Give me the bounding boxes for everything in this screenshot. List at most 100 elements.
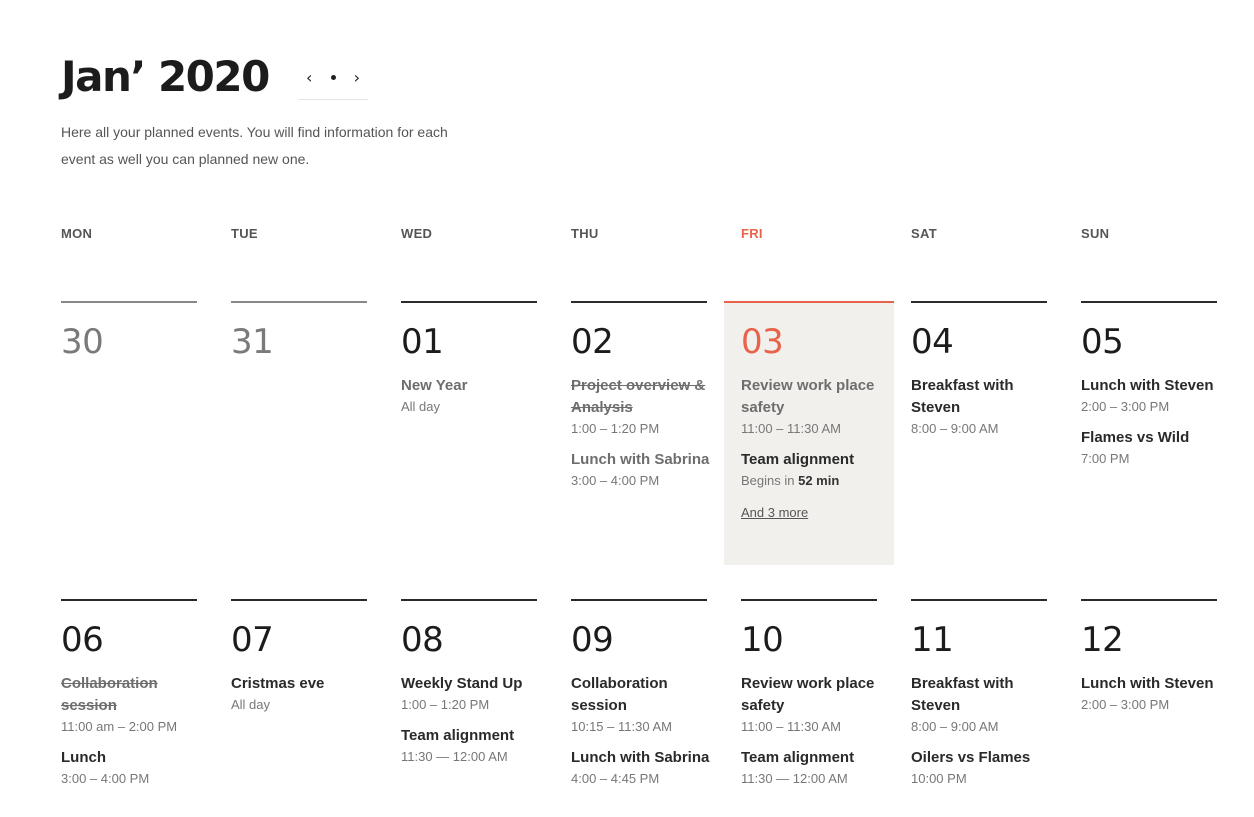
day-number: 05 bbox=[1081, 322, 1124, 362]
day-divider bbox=[61, 301, 197, 303]
month-title: Jan’ 2020 bbox=[61, 52, 270, 101]
weekday-wed: WED bbox=[401, 226, 433, 241]
weekday-tue: TUE bbox=[231, 226, 258, 241]
day-cell-08[interactable]: 08 Weekly Stand Up 1:00 – 1:20 PM Team alig… bbox=[401, 620, 551, 777]
event-title: Lunch bbox=[61, 749, 106, 766]
event-item[interactable]: Lunch with Steven 2:00 – 3:00 PM bbox=[1081, 673, 1231, 715]
day-divider bbox=[741, 599, 877, 601]
day-number: 30 bbox=[61, 322, 104, 362]
event-time: 11:00 – 11:30 AM bbox=[741, 719, 841, 734]
day-divider bbox=[1081, 301, 1217, 303]
event-time: 2:00 – 3:00 PM bbox=[1081, 399, 1170, 414]
event-item[interactable]: Lunch 3:00 – 4:00 PM bbox=[61, 747, 211, 789]
weekday-mon: MON bbox=[61, 226, 93, 241]
day-cell-05[interactable]: 05 Lunch with Steven 2:00 – 3:00 PM Flames … bbox=[1081, 322, 1231, 479]
chevron-left-icon[interactable]: ‹ bbox=[306, 69, 312, 86]
event-item[interactable]: Lunch with Sabrina 3:00 – 4:00 PM bbox=[571, 449, 721, 491]
day-divider bbox=[231, 301, 367, 303]
event-time: 4:00 – 4:45 PM bbox=[571, 771, 660, 786]
weekday-sat: SAT bbox=[911, 226, 937, 241]
event-title: Team alignment bbox=[401, 727, 515, 744]
day-cell-06[interactable]: 06 Collaboration session 11:00 am – 2:00 P… bbox=[61, 620, 211, 799]
event-item[interactable]: Breakfast with Steven 8:00 – 9:00 AM bbox=[911, 375, 1061, 439]
weekday-thu: THU bbox=[571, 226, 599, 241]
day-number: 10 bbox=[741, 620, 784, 660]
event-time: 3:00 – 4:00 PM bbox=[61, 771, 150, 786]
event-title: Breakfast with Steven bbox=[911, 675, 1014, 714]
day-number: 06 bbox=[61, 620, 104, 660]
event-time: 2:00 – 3:00 PM bbox=[1081, 697, 1170, 712]
day-cell-02[interactable]: 02 Project overview & Analysis 1:00 – 1:20… bbox=[571, 322, 721, 501]
day-number: 04 bbox=[911, 322, 954, 362]
day-cell-30[interactable]: 30 bbox=[61, 322, 211, 375]
event-item[interactable]: Cristmas eve All day bbox=[231, 673, 381, 715]
more-events-link[interactable]: And 3 more bbox=[741, 505, 808, 520]
day-number: 07 bbox=[231, 620, 274, 660]
day-cell-07[interactable]: 07 Cristmas eve All day bbox=[231, 620, 381, 725]
event-time: 11:30 — 12:00 AM bbox=[401, 749, 508, 764]
day-divider bbox=[1081, 599, 1217, 601]
event-item[interactable]: Team alignment Begins in 52 min bbox=[741, 449, 891, 491]
day-cell-04[interactable]: 04 Breakfast with Steven 8:00 – 9:00 AM bbox=[911, 322, 1061, 449]
event-time: 10:00 PM bbox=[911, 771, 967, 786]
day-divider bbox=[231, 599, 367, 601]
day-cell-01[interactable]: 01 New Year All day bbox=[401, 322, 551, 427]
event-time: 11:00 am – 2:00 PM bbox=[61, 719, 178, 734]
event-title: Lunch with Sabrina bbox=[571, 749, 710, 766]
event-item[interactable]: Weekly Stand Up 1:00 – 1:20 PM bbox=[401, 673, 551, 715]
event-item[interactable]: Oilers vs Flames 10:00 PM bbox=[911, 747, 1061, 789]
event-time: All day bbox=[401, 399, 441, 414]
day-cell-31[interactable]: 31 bbox=[231, 322, 381, 375]
today-dot-icon[interactable] bbox=[330, 75, 336, 80]
event-item[interactable]: New Year All day bbox=[401, 375, 551, 417]
event-title: Review work place safety bbox=[741, 377, 875, 416]
day-number: 08 bbox=[401, 620, 444, 660]
event-title: Flames vs Wild bbox=[1081, 429, 1190, 446]
day-cell-12[interactable]: 12 Lunch with Steven 2:00 – 3:00 PM bbox=[1081, 620, 1231, 725]
event-time-countdown: 52 min bbox=[798, 473, 840, 488]
weekday-fri: FRI bbox=[741, 226, 763, 241]
day-number: 12 bbox=[1081, 620, 1124, 660]
event-title: Team alignment bbox=[741, 749, 855, 766]
day-number: 31 bbox=[231, 322, 274, 362]
event-time: 1:00 – 1:20 PM bbox=[571, 421, 660, 436]
event-title: Oilers vs Flames bbox=[911, 749, 1031, 766]
day-divider bbox=[911, 599, 1047, 601]
event-time: 1:00 – 1:20 PM bbox=[401, 697, 490, 712]
day-cell-11[interactable]: 11 Breakfast with Steven 8:00 – 9:00 AM Oil… bbox=[911, 620, 1061, 799]
day-cell-03[interactable]: 03 Review work place safety 11:00 – 11:30 … bbox=[741, 322, 891, 522]
event-item[interactable]: Collaboration session 11:00 am – 2:00 PM bbox=[61, 673, 211, 737]
event-item[interactable]: Team alignment 11:30 — 12:00 AM bbox=[401, 725, 551, 767]
event-title: Collaboration session bbox=[61, 675, 158, 714]
event-title: Weekly Stand Up bbox=[401, 675, 523, 692]
event-item[interactable]: Team alignment 11:30 — 12:00 AM bbox=[741, 747, 891, 789]
event-time: 11:30 — 12:00 AM bbox=[741, 771, 848, 786]
day-number: 03 bbox=[741, 322, 784, 362]
event-item[interactable]: Review work place safety 11:00 – 11:30 AM bbox=[741, 375, 891, 439]
event-item[interactable]: Lunch with Sabrina 4:00 – 4:45 PM bbox=[571, 747, 721, 789]
event-item[interactable]: Collaboration session 10:15 – 11:30 AM bbox=[571, 673, 721, 737]
day-number: 11 bbox=[911, 620, 954, 660]
event-time: 3:00 – 4:00 PM bbox=[571, 473, 660, 488]
day-cell-10[interactable]: 10 Review work place safety 11:00 – 11:30 … bbox=[741, 620, 891, 799]
day-divider bbox=[571, 599, 707, 601]
event-title: Lunch with Sabrina bbox=[571, 451, 710, 468]
event-item[interactable]: Review work place safety 11:00 – 11:30 AM bbox=[741, 673, 891, 737]
event-item[interactable]: Flames vs Wild 7:00 PM bbox=[1081, 427, 1231, 469]
event-time: Begins in 52 min bbox=[741, 471, 891, 491]
calendar-header: Jan’ 2020 bbox=[61, 52, 270, 102]
event-time: 7:00 PM bbox=[1081, 451, 1130, 466]
weekday-sun: SUN bbox=[1081, 226, 1110, 241]
day-number: 09 bbox=[571, 620, 614, 660]
event-item[interactable]: Breakfast with Steven 8:00 – 9:00 AM bbox=[911, 673, 1061, 737]
day-number: 01 bbox=[401, 322, 444, 362]
event-time: All day bbox=[231, 697, 271, 712]
event-title: Lunch with Steven bbox=[1081, 675, 1214, 692]
day-divider bbox=[401, 599, 537, 601]
event-item[interactable]: Project overview & Analysis 1:00 – 1:20 P… bbox=[571, 375, 721, 439]
day-cell-09[interactable]: 09 Collaboration session 10:15 – 11:30 AM L… bbox=[571, 620, 721, 799]
event-item[interactable]: Lunch with Steven 2:00 – 3:00 PM bbox=[1081, 375, 1231, 417]
chevron-right-icon[interactable]: › bbox=[354, 69, 360, 86]
event-title: Breakfast with Steven bbox=[911, 377, 1014, 416]
event-time: 8:00 – 9:00 AM bbox=[911, 421, 999, 436]
